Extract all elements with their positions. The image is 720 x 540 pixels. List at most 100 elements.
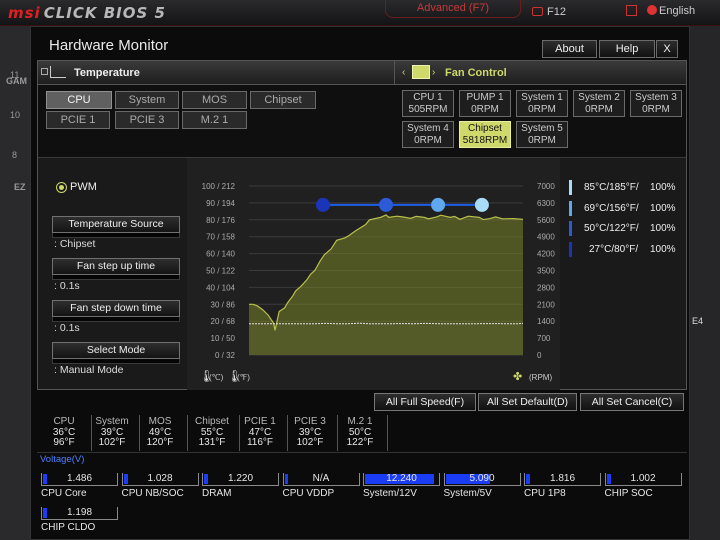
legend-temp-label: 27°C/80°F/	[589, 243, 639, 255]
fan-step-up-button[interactable]: Fan step up time	[52, 258, 180, 275]
legend-color-bar	[569, 241, 572, 257]
chevron-left-icon[interactable]: ‹	[402, 67, 405, 78]
legend-percent: 100%	[650, 182, 676, 193]
voltage-name: CPU 1P8	[524, 488, 566, 499]
voltage-name: CPU Core	[41, 488, 87, 499]
right-tick-label: 3500	[537, 267, 555, 276]
voltage-value: 1.002	[630, 473, 656, 484]
temperature-graph-icon	[50, 66, 66, 78]
about-button[interactable]: About	[542, 40, 597, 58]
fan-name: Chipset	[468, 123, 502, 134]
screenshot-button[interactable]: F12	[532, 6, 566, 18]
all-set-cancel-button[interactable]: All Set Cancel(C)	[580, 393, 684, 411]
window-title: Hardware Monitor	[49, 37, 169, 54]
temp-tab-system[interactable]: System	[115, 91, 179, 109]
readout-separator	[387, 415, 388, 451]
fan-control-header: ‹ › Fan Control	[394, 61, 686, 85]
fahrenheit-label: (℉)	[237, 373, 250, 382]
bg-right-label: E4	[692, 316, 704, 326]
temp-readout-pcie-3: PCIE 3 39°C 102°F	[285, 416, 335, 449]
left-tick-label: 10 / 50	[211, 334, 236, 343]
bg-ez-label: EZ	[14, 182, 26, 192]
fan-rpm: 0RPM	[585, 104, 613, 115]
all-full-speed-button[interactable]: All Full Speed(F)	[374, 393, 476, 411]
temp-readout-mos: MOS 49°C 120°F	[135, 416, 185, 449]
fan-button-chipset[interactable]: Chipset 5818RPM	[459, 121, 511, 148]
readout-fahrenheit: 122°F	[346, 437, 374, 448]
left-tick-label: 70 / 158	[206, 233, 235, 242]
camera-icon	[532, 7, 543, 16]
bg-number: 10	[10, 110, 21, 120]
voltage-value: 1.028	[147, 473, 173, 484]
fan-button-system-1[interactable]: System 1 0RPM	[516, 90, 568, 117]
readout-name: M.2 1	[347, 416, 373, 427]
voltage-name: CPU VDDP	[282, 488, 335, 499]
fan-curve-svg[interactable]: 100 / 212 90 / 194 80 / 176 70 / 158 60 / 14…	[187, 158, 560, 390]
fan-button-cpu-1[interactable]: CPU 1 505RPM	[402, 90, 454, 117]
fan-name: System 4	[407, 123, 449, 134]
voltage-name: CHIP CLDO	[41, 522, 96, 533]
left-tick-label: 40 / 104	[206, 283, 235, 292]
help-button[interactable]: Help	[599, 40, 655, 58]
temp-tab-chipset[interactable]: Chipset	[250, 91, 316, 109]
fan-rpm: 5818RPM	[462, 135, 508, 146]
left-tick-label: 60 / 140	[206, 250, 235, 259]
voltage-name: System/5V	[443, 488, 492, 499]
legend-temp-label: 85°C/185°F/	[584, 182, 639, 193]
legend-color-bar	[569, 180, 572, 195]
select-mode-button[interactable]: Select Mode	[52, 342, 180, 359]
search-icon	[626, 5, 637, 16]
fan-name: System 5	[521, 123, 563, 134]
select-mode-value: : Manual Mode	[54, 364, 124, 376]
right-tick-label: 4900	[537, 233, 555, 242]
temp-readout-system: System 39°C 102°F	[87, 416, 137, 449]
temp-tab-pcie-3[interactable]: PCIE 3	[115, 111, 179, 129]
language-button[interactable]: English	[626, 5, 695, 17]
right-tick-label: 2800	[537, 283, 555, 292]
bg-number: 8	[12, 150, 18, 160]
readout-fahrenheit: 131°F	[198, 437, 226, 448]
temp-tab-mos[interactable]: MOS	[182, 91, 247, 109]
temperature-source-button[interactable]: Temperature Source	[52, 216, 180, 233]
advanced-mode-tab[interactable]: Advanced (F7)	[385, 0, 521, 18]
close-button[interactable]: X	[656, 40, 678, 58]
fan-button-system-4[interactable]: System 4 0RPM	[402, 121, 454, 148]
collapse-icon[interactable]	[41, 68, 48, 75]
f12-label: F12	[547, 6, 566, 18]
rpm-label: (RPM)	[529, 373, 552, 382]
all-set-default-button[interactable]: All Set Default(D)	[478, 393, 577, 411]
brand-name: msi	[8, 4, 41, 22]
fan-button-system-2[interactable]: System 2 0RPM	[573, 90, 625, 117]
fan-step-down-button[interactable]: Fan step down time	[52, 300, 180, 317]
left-tick-label: 20 / 68	[211, 317, 236, 326]
temp-tab-m-2-1[interactable]: M.2 1	[182, 111, 247, 129]
legend-color-bar	[569, 221, 572, 236]
control-point[interactable]	[431, 197, 446, 212]
voltage-name: System/12V	[363, 488, 417, 499]
chevron-right-icon[interactable]: ›	[432, 67, 435, 78]
temperature-header: Temperature	[38, 61, 394, 85]
control-point[interactable]	[379, 197, 393, 212]
fan-button-pump-1[interactable]: PUMP 1 0RPM	[459, 90, 511, 117]
fan-curve-graph[interactable]: 100 / 212 90 / 194 80 / 176 70 / 158 60 / 14…	[187, 158, 560, 390]
voltage-value: 5.090	[469, 473, 495, 484]
pwm-radio[interactable]	[56, 182, 67, 193]
fan-control-title: Fan Control	[445, 67, 507, 79]
control-point[interactable]	[474, 197, 489, 212]
legend-percent: 100%	[650, 223, 676, 234]
fan-button-system-3[interactable]: System 3 0RPM	[630, 90, 682, 117]
control-point[interactable]	[315, 197, 330, 212]
right-tick-label: 4200	[537, 250, 555, 259]
fan-name: System 1	[521, 92, 563, 103]
readout-name: System	[95, 416, 129, 427]
fan-button-system-5[interactable]: System 5 0RPM	[516, 121, 568, 148]
fan-step-down-value: : 0.1s	[54, 322, 80, 334]
voltage-value: 1.198	[66, 507, 93, 518]
temp-tab-cpu[interactable]: CPU	[46, 91, 112, 109]
right-tick-label: 0	[537, 351, 542, 360]
legend-color-bar	[569, 200, 572, 216]
fan-name: CPU 1	[413, 92, 443, 103]
readout-name: CPU	[53, 416, 75, 427]
temp-tab-pcie-1[interactable]: PCIE 1	[46, 111, 110, 129]
pwm-label: PWM	[70, 181, 97, 193]
